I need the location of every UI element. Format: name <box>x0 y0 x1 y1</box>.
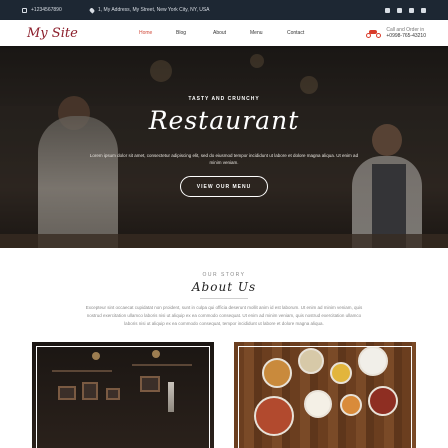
nav-item-about[interactable]: About <box>213 30 250 36</box>
order-info[interactable]: Call and Order in +0998-765-43210 <box>366 27 426 39</box>
top-bar: +1234567890 1, My Address, My Street, Ne… <box>0 0 448 20</box>
site-logo[interactable]: My Site <box>27 26 139 41</box>
hero-banner: TASTY AND CRUNCHY Restaurant Lorem ipsum… <box>0 46 448 248</box>
food-table-image <box>234 342 416 448</box>
nav-item-home[interactable]: Home <box>139 30 176 36</box>
view-menu-button[interactable]: VIEW OUR MENU <box>180 176 268 197</box>
nav-item-contact[interactable]: Contact <box>287 30 324 36</box>
nav-item-menu[interactable]: Menu <box>250 30 287 36</box>
topbar-phone-text: +1234567890 <box>31 7 62 13</box>
topbar-phone[interactable]: +1234567890 <box>22 7 90 13</box>
order-number: +0998-765-43210 <box>386 33 426 39</box>
hero-content: TASTY AND CRUNCHY Restaurant Lorem ipsum… <box>0 46 448 248</box>
about-divider <box>200 298 248 299</box>
nav-menu: Home Blog About Menu Contact <box>139 30 324 36</box>
twitter-icon[interactable] <box>409 7 414 13</box>
hero-title: Restaurant <box>148 106 300 135</box>
about-text: Excepteur sint occaecat cupidatat non pr… <box>85 305 363 326</box>
about-section: OUR STORY About Us Excepteur sint occaec… <box>0 248 448 448</box>
order-text: Call and Order in +0998-765-43210 <box>386 27 426 39</box>
social-links <box>385 7 426 13</box>
map-pin-icon <box>88 6 96 14</box>
delivery-bike-icon <box>366 29 382 38</box>
topbar-address: 1, My Address, My Street, New York City,… <box>88 6 210 14</box>
main-nav: My Site Home Blog About Menu Contact Cal… <box>0 20 448 46</box>
restaurant-interior-image <box>32 342 214 448</box>
nav-item-blog[interactable]: Blog <box>176 30 213 36</box>
pinterest-icon[interactable] <box>397 7 402 13</box>
about-kicker: OUR STORY <box>202 272 246 278</box>
linkedin-icon[interactable] <box>385 7 390 13</box>
hero-subtitle: TASTY AND CRUNCHY <box>188 96 260 102</box>
hero-description: Lorem ipsum dolor sit amet, consectetur … <box>89 153 359 165</box>
about-title: About Us <box>191 280 257 294</box>
instagram-icon[interactable] <box>421 7 426 13</box>
phone-icon <box>22 7 27 13</box>
topbar-address-text: 1, My Address, My Street, New York City,… <box>98 7 210 13</box>
